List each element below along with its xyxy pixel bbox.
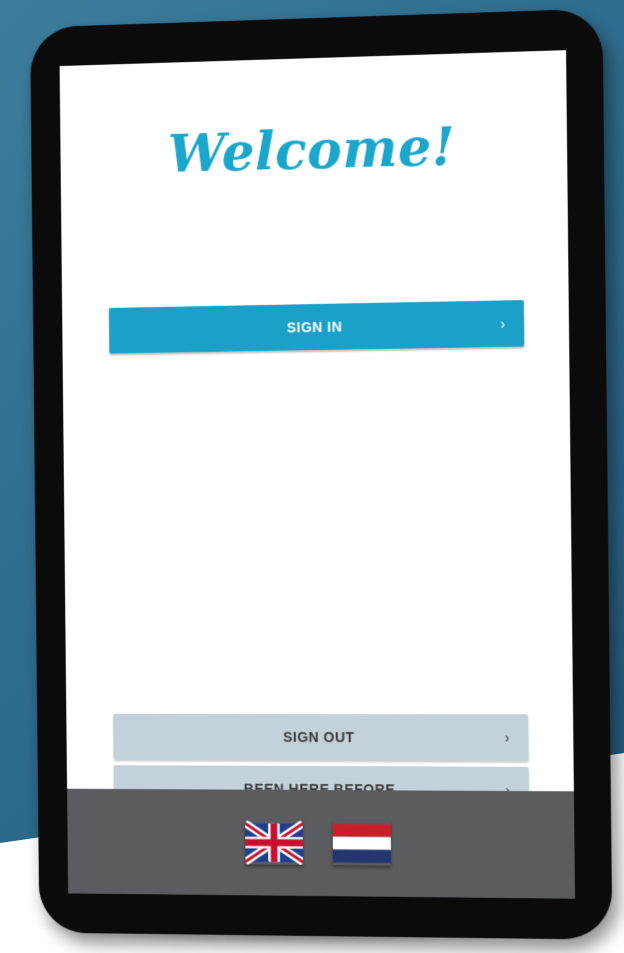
tablet-frame: Welcome! SIGN IN › SIGN OUT › BEEN HERE … [30,8,613,940]
sign-in-label: SIGN IN [286,318,343,336]
language-bar [67,788,576,899]
chevron-right-icon: › [500,315,506,332]
netherlands-flag-icon[interactable] [332,821,392,866]
sign-out-label: SIGN OUT [282,728,355,746]
uk-flag-icon[interactable] [245,821,303,865]
welcome-title: Welcome! [167,116,456,185]
kiosk-screen: Welcome! SIGN IN › SIGN OUT › BEEN HERE … [59,50,576,899]
chevron-right-icon: › [504,729,511,746]
sign-out-button[interactable]: SIGN OUT › [113,713,529,761]
sign-in-button[interactable]: SIGN IN › [108,300,525,354]
